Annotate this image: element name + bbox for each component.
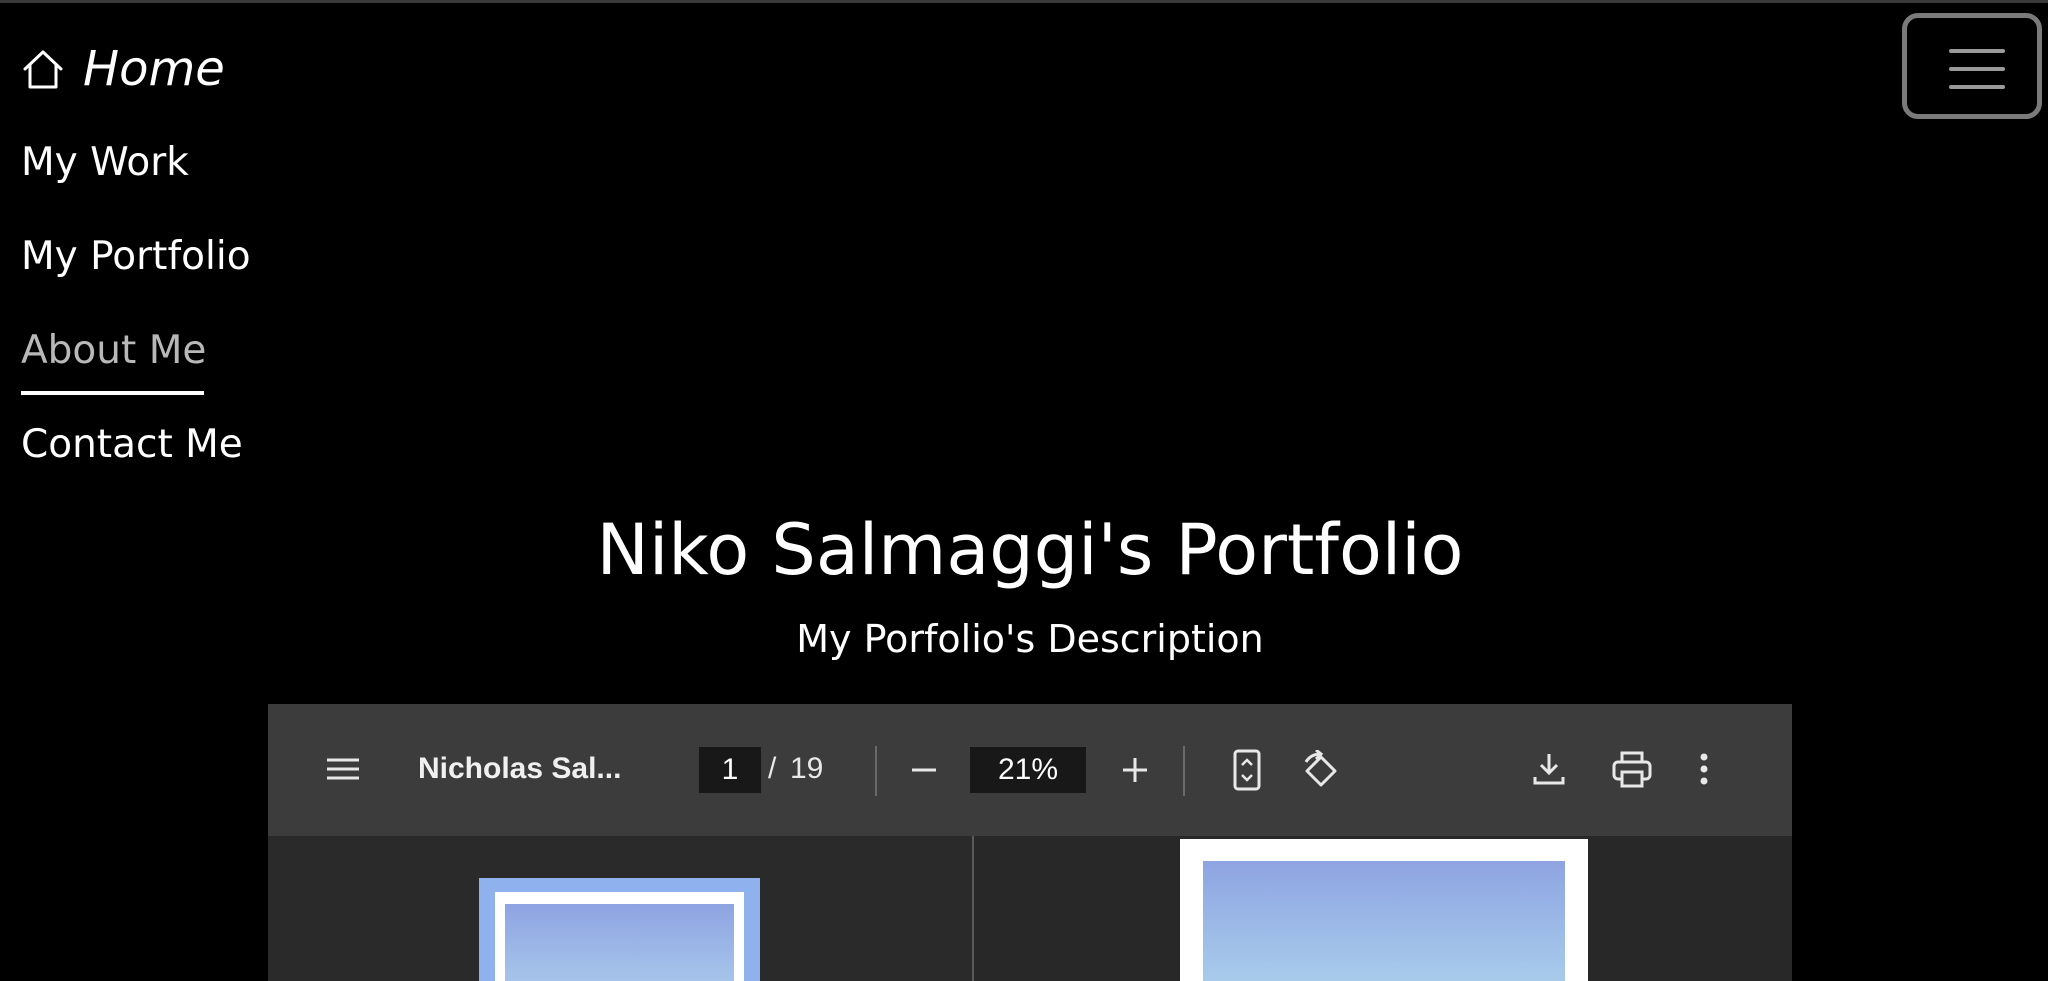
toolbar-divider [1183,746,1185,796]
pdf-viewer: Nicholas Sal... / 19 [268,704,1792,981]
home-icon [23,50,63,89]
thumbnail-page [495,892,744,981]
page-title: Niko Salmaggi's Portfolio [596,509,1464,591]
fit-page-icon[interactable] [1232,748,1262,792]
menu-icon[interactable] [325,751,361,787]
more-options-icon[interactable] [1698,751,1710,787]
document-name: Nicholas Sal... [418,752,622,785]
page-subtitle: My Porfolio's Description [796,617,1264,661]
zoom-in-icon[interactable] [1120,755,1150,785]
nav-home-link[interactable]: Home [21,42,225,96]
hamburger-menu-icon-bar [1949,49,2005,53]
print-icon[interactable] [1612,751,1652,789]
pdf-page-content [1203,861,1565,981]
toolbar-divider [875,746,877,796]
top-border [0,0,2048,3]
thumbnail-preview [505,904,734,981]
hamburger-menu-icon-bar [1949,67,2005,71]
nav-home-label: Home [83,41,225,97]
nav-link-my-work[interactable]: My Work [21,141,189,185]
pane-divider[interactable] [972,836,974,981]
rotate-icon[interactable] [1300,750,1342,792]
hamburger-menu-icon-bar [1949,85,2005,89]
download-icon[interactable] [1531,751,1567,787]
page-thumbnail-selected[interactable] [479,878,760,981]
active-link-underline [21,391,204,395]
nav-link-my-portfolio[interactable]: My Portfolio [21,235,251,279]
zoom-out-icon[interactable] [909,755,939,785]
nav-link-contact-me[interactable]: Contact Me [21,423,243,467]
page-number-input[interactable] [699,747,761,793]
pdf-page-view [1180,839,1588,981]
pdf-toolbar: Nicholas Sal... / 19 [268,704,1792,836]
page-separator: / [768,752,777,785]
hamburger-menu-button[interactable] [1902,13,2042,119]
total-pages: 19 [790,752,824,785]
zoom-level-input[interactable] [970,747,1086,793]
nav-link-about-me[interactable]: About Me [21,329,206,373]
